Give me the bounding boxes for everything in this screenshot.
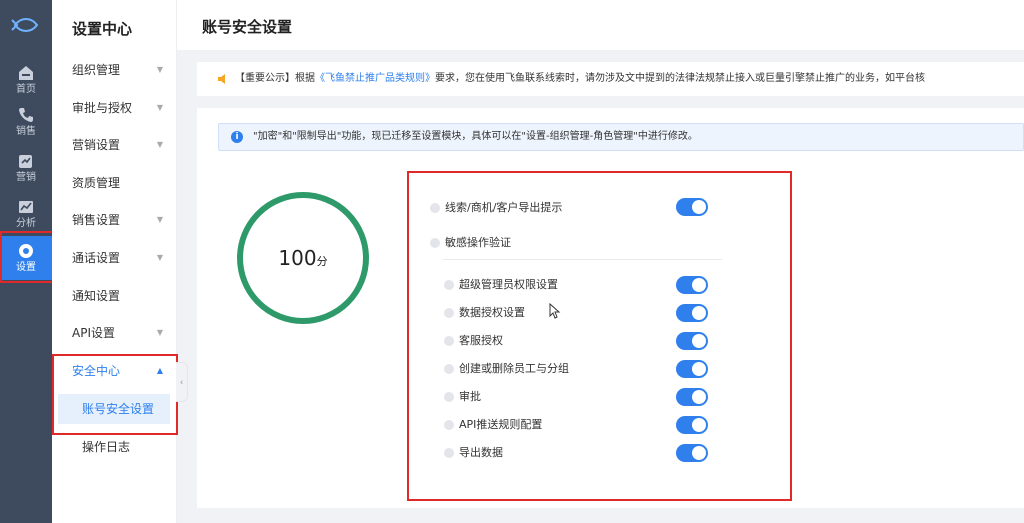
option-label: 客服授权 [459,334,503,347]
menu-label: 审批与授权 [72,101,133,115]
menu-item-security[interactable]: 安全中心 ▲ [52,355,177,387]
main-nav-rail: 首页 销售 营销 分析 设置 [0,0,52,523]
toggle-knob [692,306,706,320]
page-title: 账号安全设置 [202,18,293,36]
toggle-knob [692,334,706,348]
chevron-up-icon: ▲ [156,366,163,375]
notice-prefix: 【重要公示】根据 [235,73,315,84]
divider [443,259,722,260]
speaker-icon [218,74,225,84]
bullet-dot [430,203,440,213]
menu-label: 资质管理 [72,176,121,190]
rail-item-analysis[interactable]: 分析 [0,192,52,238]
menu-label: 通话设置 [72,251,121,265]
option-label: 导出数据 [459,446,503,459]
toggle-data-auth[interactable] [676,304,708,322]
chevron-down-icon: ▼ [156,253,163,262]
menu-item-sales[interactable]: 销售设置 ▼ [52,204,177,236]
chevron-down-icon: ▼ [156,103,163,112]
fish-logo-icon [11,18,39,32]
toggle-knob [692,362,706,376]
menu-label: 营销设置 [72,138,121,152]
notice-bar: 【重要公示】根据《飞鱼禁止推广品类规则》要求，您在使用飞鱼联系线索时，请勿涉及文… [197,62,1024,96]
marketing-icon [19,155,32,168]
page-header: 账号安全设置 [177,0,1024,50]
rail-item-label: 分析 [16,218,36,229]
toggle-knob [692,390,706,404]
info-icon: i [231,131,243,143]
toggle-staff-groups[interactable] [676,360,708,378]
option-label: API推送规则配置 [459,418,543,431]
info-banner: i "加密"和"限制导出"功能，现已迁移至设置模块，具体可以在"设置-组织管理-… [218,123,1024,151]
collapse-menu-handle[interactable]: ‹ [176,362,188,402]
toggle-super-admin[interactable] [676,276,708,294]
option-label: 数据授权设置 [459,306,525,319]
menu-item-qualification[interactable]: 资质管理 [52,167,177,199]
bullet-dot [444,280,454,290]
menu-item-org[interactable]: 组织管理 ▼ [52,54,177,86]
menu-label: 组织管理 [72,63,121,77]
toggle-export-prompt[interactable] [676,198,708,216]
menu-label: 通知设置 [72,289,121,303]
chevron-left-icon: ‹ [179,378,184,388]
settings-submenu: 设置中心 组织管理 ▼ 审批与授权 ▼ 营销设置 ▼ 资质管理 销售设置 ▼ 通话设置 ▼… [52,0,177,523]
menu-sub-account-security[interactable]: 账号安全设置 [58,394,170,424]
rail-item-label: 销售 [16,126,36,137]
toggle-api-push[interactable] [676,416,708,434]
menu-item-approval[interactable]: 审批与授权 ▼ [52,92,177,124]
bullet-dot [444,308,454,318]
rail-item-marketing[interactable]: 营销 [0,146,52,192]
bullet-dot [444,420,454,430]
menu-label: API设置 [72,326,115,340]
rail-item-home[interactable]: 首页 [0,58,52,104]
option-label: 敏感操作验证 [445,236,511,249]
gear-icon [19,244,33,258]
toggle-knob [692,200,706,214]
mouse-cursor-icon [549,303,561,319]
option-label: 创建或删除员工与分组 [459,362,569,375]
chevron-down-icon: ▼ [156,328,163,337]
chevron-down-icon: ▼ [156,140,163,149]
option-label: 审批 [459,390,481,403]
security-score-ring: 100分 [237,192,369,324]
option-label: 线索/商机/客户导出提示 [445,201,563,214]
menu-label: 销售设置 [72,213,121,227]
notice-rules-link[interactable]: 《飞鱼禁止推广品类规则》 [315,73,435,84]
rail-item-label: 营销 [16,172,36,183]
rail-item-label: 首页 [16,84,36,95]
chevron-down-icon: ▼ [156,215,163,224]
menu-item-marketing[interactable]: 营销设置 ▼ [52,129,177,161]
notice-suffix: 要求，您在使用飞鱼联系线索时，请勿涉及文中提到的法律法规禁止接入或巨量引擎禁止推… [435,73,925,84]
bullet-dot [444,392,454,402]
toggle-knob [692,418,706,432]
toggle-knob [692,446,706,460]
home-icon [19,66,33,80]
menu-item-api[interactable]: API设置 ▼ [52,317,177,349]
rail-item-sales[interactable]: 销售 [0,100,52,146]
menu-item-call[interactable]: 通话设置 ▼ [52,242,177,274]
menu-sub-operation-log[interactable]: 操作日志 [58,432,170,462]
phone-icon [19,108,33,122]
security-score: 100分 [243,246,363,270]
bullet-dot [430,238,440,248]
submenu-title: 设置中心 [72,20,133,38]
notice-text: 【重要公示】根据《飞鱼禁止推广品类规则》要求，您在使用飞鱼联系线索时，请勿涉及文… [235,62,925,96]
chevron-down-icon: ▼ [156,65,163,74]
menu-item-notify[interactable]: 通知设置 [52,280,177,312]
toggle-service-auth[interactable] [676,332,708,350]
bullet-dot [444,448,454,458]
option-label: 超级管理员权限设置 [459,278,558,291]
chart-icon [19,201,33,213]
menu-label: 安全中心 [72,364,121,378]
toggle-export-data[interactable] [676,444,708,462]
bullet-dot [444,336,454,346]
bullet-dot [444,364,454,374]
info-text: "加密"和"限制导出"功能，现已迁移至设置模块，具体可以在"设置-组织管理-角色… [253,131,698,142]
rail-item-settings[interactable]: 设置 [0,236,52,280]
toggle-knob [692,278,706,292]
toggle-approval[interactable] [676,388,708,406]
score-unit: 分 [316,255,328,268]
score-value: 100 [278,246,317,270]
rail-item-label: 设置 [16,262,36,273]
